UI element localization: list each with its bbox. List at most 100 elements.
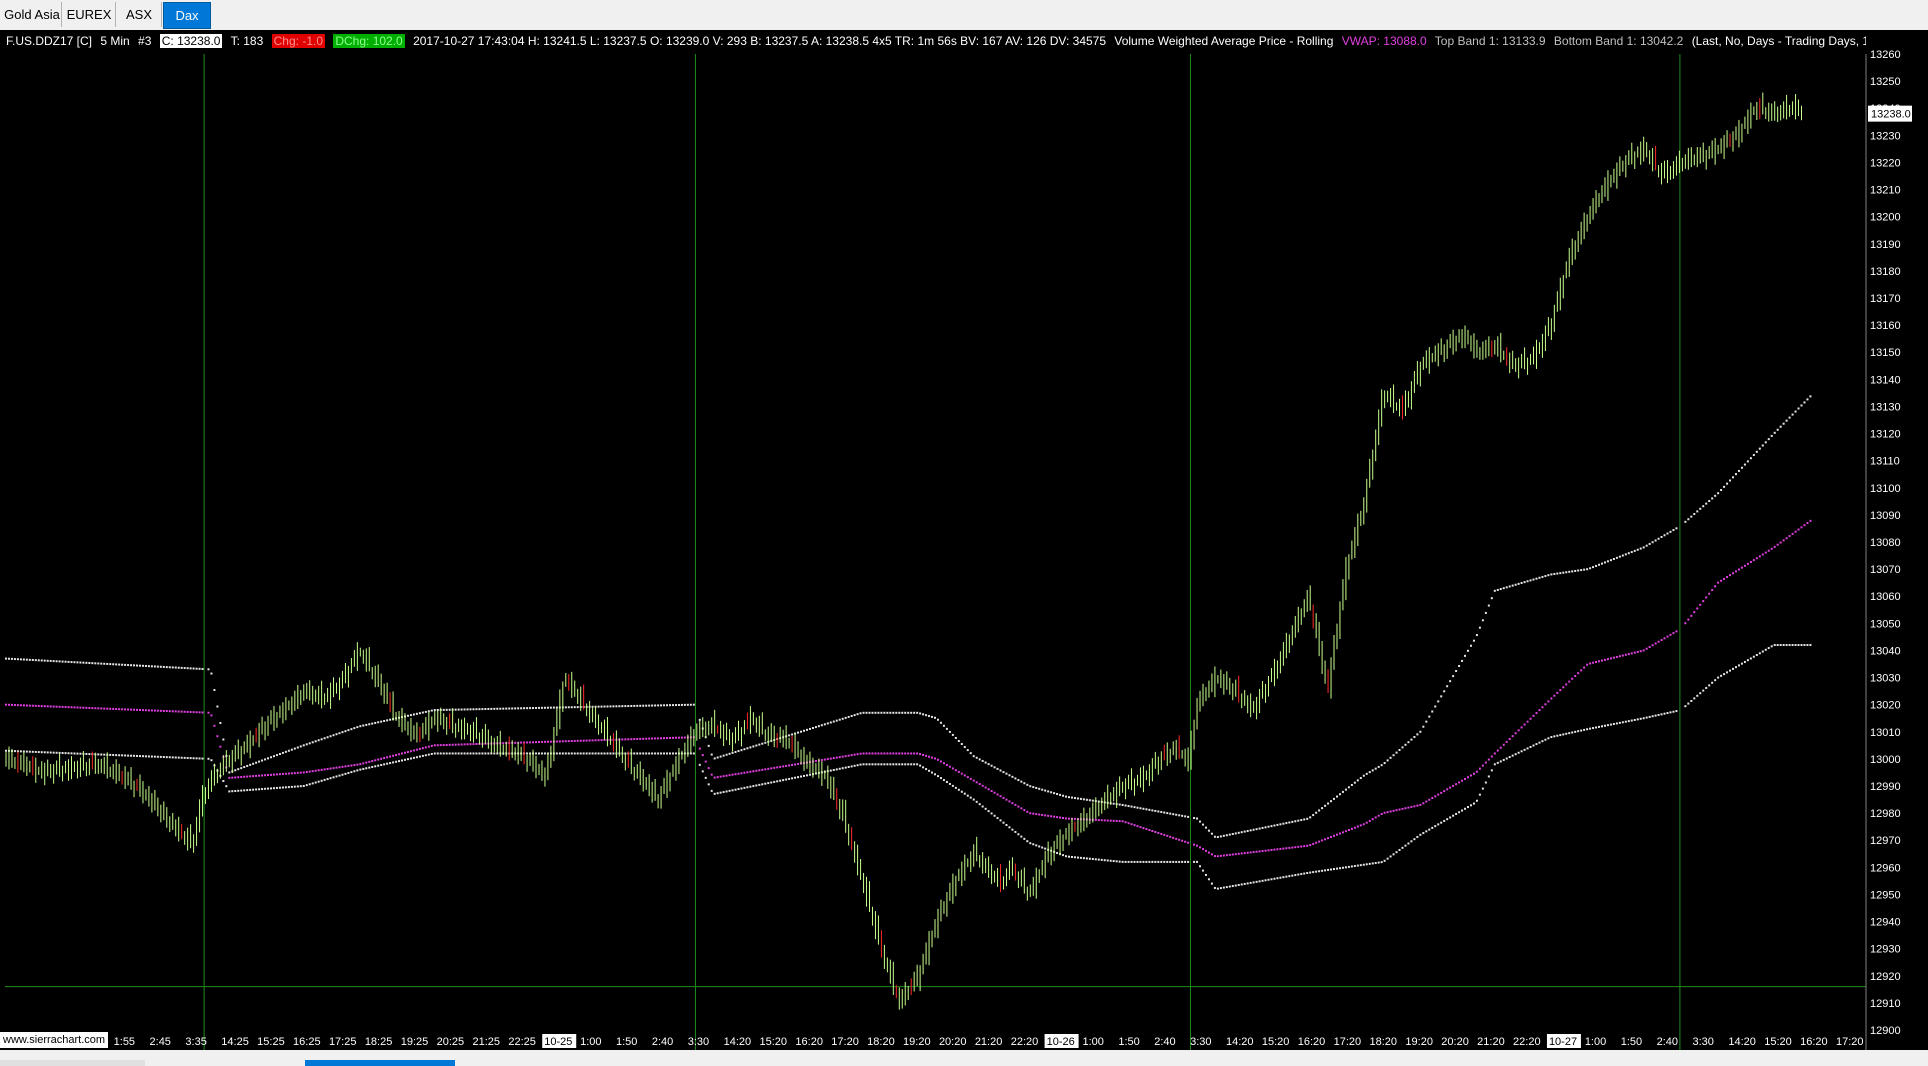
bottom-band-dot xyxy=(892,763,895,766)
bottom-band-dot xyxy=(1639,717,1642,720)
top-band-dot xyxy=(716,756,719,759)
horizontal-scrollbar[interactable] xyxy=(0,1050,1928,1066)
vwap-dot xyxy=(1526,720,1529,723)
vwap-dot xyxy=(1746,562,1749,565)
vwap-dot xyxy=(1440,791,1443,794)
top-band-dot xyxy=(1362,774,1365,777)
bottom-band-dot xyxy=(281,786,284,789)
vwap-dot xyxy=(1761,553,1764,556)
bottom-band-dot xyxy=(981,805,984,808)
price-chart[interactable]: 1326013250132401323013220132101320013190… xyxy=(0,30,1928,1066)
vwap-dot xyxy=(448,743,451,746)
scroll-thumb[interactable] xyxy=(305,1060,455,1066)
bottom-band-dot xyxy=(1458,811,1461,814)
vwap-dot xyxy=(749,770,752,773)
y-tick-label: 13020 xyxy=(1870,700,1901,712)
vwap-dot xyxy=(585,739,588,742)
bottom-band-dot xyxy=(1160,860,1163,863)
x-tick-label: 17:20 xyxy=(1334,1036,1362,1048)
vwap-dot xyxy=(761,768,764,771)
top-band-dot xyxy=(868,711,871,714)
top-band-dot xyxy=(326,736,329,739)
vwap-dot xyxy=(1359,824,1362,827)
bottom-band-dot xyxy=(1076,856,1079,859)
bottom-band-dot xyxy=(1732,667,1735,670)
vwap-dot xyxy=(1589,662,1592,665)
vwap-dot xyxy=(70,706,73,709)
vwap-dot xyxy=(1788,535,1791,538)
top-band-dot xyxy=(692,703,695,706)
y-tick-label: 12980 xyxy=(1870,808,1901,820)
vwap-dot xyxy=(1767,549,1770,552)
tab-eurex[interactable]: EUREX xyxy=(63,2,116,27)
bottom-band-dot xyxy=(1690,699,1693,702)
bottom-band-dot xyxy=(1065,855,1068,858)
bottom-band-dot xyxy=(1068,855,1071,858)
bottom-band-dot xyxy=(189,757,192,760)
top-band-dot xyxy=(1562,571,1565,574)
tab-dax[interactable]: Dax xyxy=(163,2,211,29)
bottom-band-dot xyxy=(1755,653,1758,656)
top-band-dot xyxy=(1175,813,1178,816)
top-band-dot xyxy=(237,768,240,771)
bottom-band-dot xyxy=(1109,859,1112,862)
vwap-dot xyxy=(916,752,919,755)
top-band-dot xyxy=(1535,577,1538,580)
vwap-dot xyxy=(1660,639,1663,642)
top-band-dot xyxy=(1029,785,1032,788)
bottom-band-dot xyxy=(1464,807,1467,810)
vwap-dot xyxy=(942,762,945,765)
bottom-band-dot xyxy=(636,752,639,755)
vwap-dot xyxy=(1791,532,1794,535)
vwap-dot xyxy=(1350,827,1353,830)
vwap-dot xyxy=(383,757,386,760)
x-tick-label: 16:20 xyxy=(1298,1036,1326,1048)
vwap-dot xyxy=(814,760,817,763)
bottom-band-dot xyxy=(1806,644,1809,647)
chart-number-label: #3 xyxy=(138,34,152,48)
top-band-dot xyxy=(624,705,627,708)
bottom-band-dot xyxy=(874,763,877,766)
bottom-band-dot xyxy=(576,752,579,755)
tab-asx[interactable]: ASX xyxy=(117,2,162,27)
vwap-dot xyxy=(395,754,398,757)
bottom-band-dot xyxy=(34,750,37,753)
bottom-band-dot xyxy=(558,752,561,755)
bottom-band-dot xyxy=(1103,859,1106,862)
sierrachart-watermark[interactable]: www.sierrachart.com xyxy=(0,1032,109,1048)
top-band-dot xyxy=(1481,619,1484,622)
bottom-band-dot xyxy=(1553,735,1556,738)
y-tick-label: 13090 xyxy=(1870,510,1901,522)
top-band-dot xyxy=(1493,589,1496,592)
vwap-dot xyxy=(558,740,561,743)
vwap-dot xyxy=(1598,660,1601,663)
bottom-band-dot xyxy=(674,752,677,755)
vwap-dot xyxy=(1592,661,1595,664)
top-band-dot xyxy=(1309,816,1312,819)
bottom-band-dot xyxy=(1091,858,1094,861)
x-tick-label: 1:50 xyxy=(616,1036,637,1048)
top-band-dot xyxy=(249,763,252,766)
vwap-dot xyxy=(1333,834,1336,837)
top-band-dot xyxy=(1392,754,1395,757)
tab-gold-asia[interactable]: Gold Asia xyxy=(3,2,62,27)
chart-window[interactable]: 1326013250132401323013220132101320013190… xyxy=(0,30,1928,1066)
bottom-band-dot xyxy=(1711,681,1714,684)
bottom-band-dot xyxy=(415,756,418,759)
bottom-band-dot xyxy=(1088,857,1091,860)
top-band-dot xyxy=(1624,553,1627,556)
y-tick-label: 13080 xyxy=(1870,537,1901,549)
bottom-band-dot xyxy=(386,762,389,765)
vwap-dot xyxy=(1315,841,1318,844)
top-band-dot xyxy=(299,745,302,748)
top-band-dot xyxy=(1014,777,1017,780)
vwap-dot xyxy=(951,767,954,770)
vwap-dot xyxy=(1219,854,1222,857)
vwap-dot xyxy=(1240,852,1243,855)
top-band-dot xyxy=(1139,807,1142,810)
bottom-band-dot xyxy=(403,758,406,761)
top-band-dot xyxy=(1746,460,1749,463)
top-band-dot xyxy=(1231,833,1234,836)
top-band-dot xyxy=(138,664,141,667)
bottom-band-dot xyxy=(243,789,246,792)
